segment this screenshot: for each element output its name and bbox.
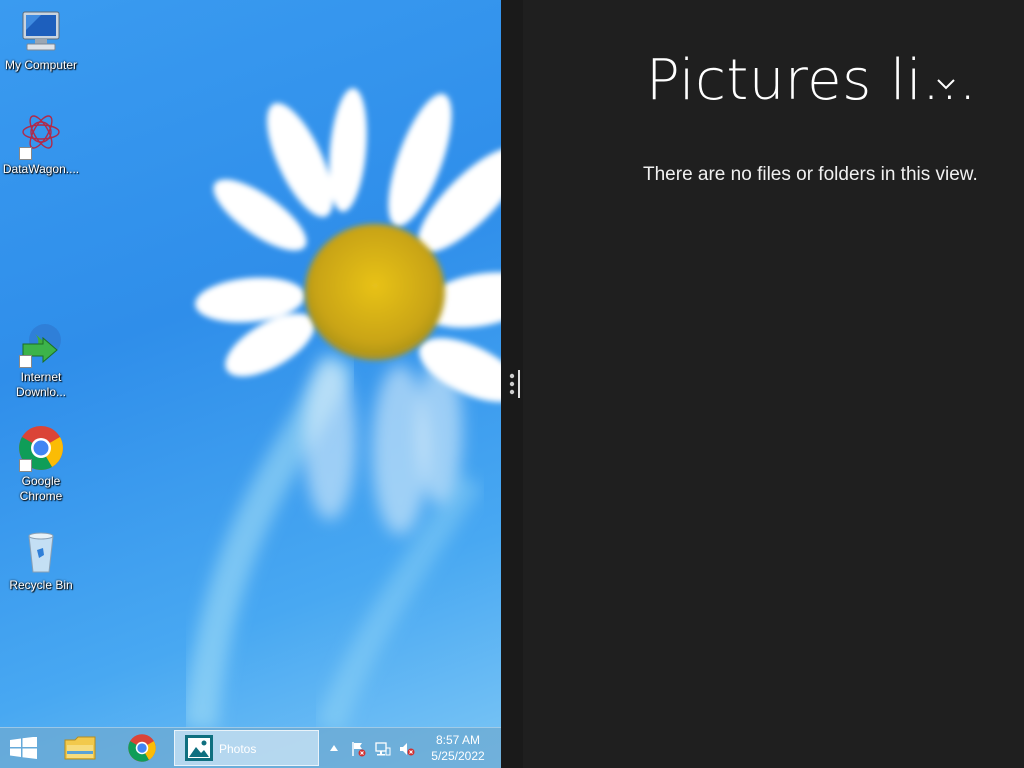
desktop: My Computer DataWagon.... Internet Downl… bbox=[0, 0, 501, 768]
snap-splitter[interactable] bbox=[501, 0, 523, 768]
file-explorer-taskbar-button[interactable] bbox=[55, 728, 105, 768]
desktop-icon-label: Google Chrome bbox=[19, 474, 63, 503]
clock-date: 5/25/2022 bbox=[431, 749, 485, 763]
taskbar-clock[interactable]: 8:57 AM 5/25/2022 bbox=[416, 732, 500, 764]
desktop-icon-label: My Computer bbox=[4, 58, 78, 72]
photos-icon bbox=[185, 735, 213, 761]
network-icon[interactable] bbox=[375, 741, 391, 757]
chrome-taskbar-button[interactable] bbox=[118, 728, 166, 768]
desktop-icon-label: Recycle Bin bbox=[9, 578, 73, 592]
start-button[interactable] bbox=[0, 728, 48, 768]
shortcut-arrow-icon bbox=[19, 355, 32, 368]
windows-logo-icon bbox=[10, 737, 37, 759]
desktop-icon-recycle-bin[interactable]: Recycle Bin bbox=[1, 528, 81, 593]
photos-taskbar-label: Photos bbox=[219, 742, 257, 756]
empty-state-message: There are no files or folders in this vi… bbox=[643, 164, 978, 185]
pictures-library-pane: Pictures li... There are no files or fol… bbox=[523, 0, 1024, 768]
desktop-icon-google-chrome[interactable]: Google Chrome bbox=[1, 424, 81, 504]
desktop-icon-label: Internet Downlo... bbox=[15, 370, 67, 399]
file-explorer-icon bbox=[64, 736, 96, 760]
action-center-flag-icon[interactable] bbox=[350, 741, 366, 757]
clock-time: 8:57 AM bbox=[435, 733, 481, 747]
recycle-bin-icon bbox=[17, 528, 65, 576]
desktop-icon-datawagon[interactable]: DataWagon.... bbox=[1, 112, 81, 177]
chrome-icon bbox=[17, 424, 65, 472]
taskbar: Photos 8:57 AM 5/25/2022 bbox=[0, 727, 501, 768]
chevron-down-icon[interactable] bbox=[936, 77, 956, 91]
volume-muted-icon[interactable] bbox=[399, 741, 415, 757]
splitter-grip-icon[interactable] bbox=[508, 370, 522, 400]
desktop-icon-label: DataWagon.... bbox=[2, 162, 80, 176]
computer-icon bbox=[17, 8, 65, 56]
shortcut-arrow-icon bbox=[19, 147, 32, 160]
show-hidden-icons-icon[interactable] bbox=[330, 745, 338, 751]
photos-taskbar-button[interactable]: Photos bbox=[174, 730, 319, 766]
datawagon-icon bbox=[17, 112, 65, 160]
shortcut-arrow-icon bbox=[19, 459, 32, 472]
desktop-icon-internet-download-manager[interactable]: Internet Downlo... bbox=[1, 320, 81, 400]
chrome-icon bbox=[128, 734, 156, 762]
idm-globe-icon bbox=[17, 320, 65, 368]
page-title[interactable]: Pictures li... bbox=[646, 46, 977, 116]
desktop-icon-my-computer[interactable]: My Computer bbox=[1, 8, 81, 73]
